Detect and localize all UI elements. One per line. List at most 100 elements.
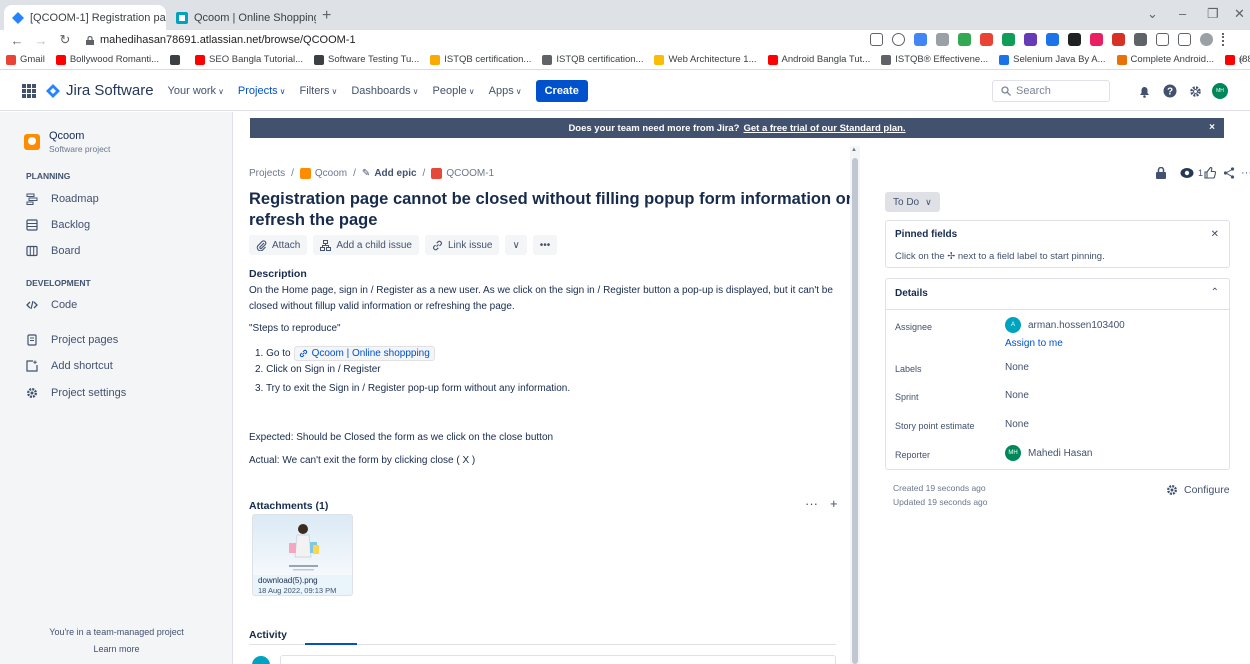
qcoom-smart-link[interactable]: Qcoom | Online shoppping bbox=[293, 346, 435, 361]
extensions-puzzle-icon[interactable] bbox=[1134, 33, 1147, 46]
extension-icon[interactable] bbox=[1024, 33, 1037, 46]
assign-to-me-link[interactable]: Assign to me bbox=[1005, 338, 1063, 349]
close-window-icon[interactable]: ✕ bbox=[1234, 6, 1245, 22]
scroll-up-icon[interactable]: ▲ bbox=[851, 147, 857, 153]
bookmark-item[interactable]: Gmail bbox=[6, 54, 45, 65]
labels-field[interactable]: None bbox=[1005, 362, 1029, 373]
chevron-up-icon[interactable]: ⌃ bbox=[1211, 287, 1219, 298]
story-points-field[interactable]: None bbox=[1005, 419, 1029, 430]
reading-list-icon[interactable] bbox=[1156, 33, 1169, 46]
bookmark-item[interactable]: Selenium Java By A... bbox=[999, 54, 1106, 65]
scrollbar-thumb[interactable] bbox=[852, 158, 858, 664]
app-switcher-icon[interactable] bbox=[22, 83, 36, 98]
link-issue-button[interactable]: Link issue bbox=[424, 235, 500, 255]
back-icon[interactable]: ← bbox=[10, 33, 24, 48]
close-icon[interactable]: ✕ bbox=[1211, 229, 1219, 240]
sidepanel-icon[interactable] bbox=[1178, 33, 1191, 46]
banner-trial-link[interactable]: Get a free trial of our Standard plan. bbox=[744, 123, 906, 134]
browser-tab-jira[interactable]: [QCOOM-1] Registration page ca ✕ bbox=[4, 5, 166, 30]
breadcrumb-projects[interactable]: Projects bbox=[249, 168, 285, 179]
settings-icon[interactable] bbox=[1185, 81, 1205, 101]
star-icon[interactable] bbox=[892, 33, 905, 46]
nav-filters[interactable]: Filters ∨ bbox=[300, 85, 338, 97]
bookmark-item[interactable]: ISTQB certification... bbox=[542, 54, 643, 65]
bookmark-item[interactable]: Complete Android... bbox=[1116, 54, 1214, 65]
add-attachment-icon[interactable]: + bbox=[830, 496, 838, 511]
more-actions-button[interactable]: ••• bbox=[532, 235, 558, 255]
attachment-card[interactable]: download(5).png 18 Aug 2022, 09:13 PM bbox=[252, 514, 353, 596]
learn-more-link[interactable]: Learn more bbox=[0, 644, 233, 654]
share-icon[interactable] bbox=[870, 33, 883, 46]
nav-dashboards[interactable]: Dashboards ∨ bbox=[351, 85, 418, 97]
new-tab-button[interactable]: + bbox=[322, 7, 331, 25]
status-dropdown[interactable]: To Do ∨ bbox=[885, 192, 940, 212]
add-epic-button[interactable]: Add epic bbox=[374, 168, 416, 179]
attach-button[interactable]: Attach bbox=[249, 235, 308, 255]
configure-button[interactable]: Configure bbox=[1166, 484, 1230, 496]
sprint-field[interactable]: None bbox=[1005, 390, 1029, 401]
sidebar-item-board[interactable]: Board bbox=[26, 245, 80, 257]
extension-icon[interactable] bbox=[1112, 33, 1125, 46]
bookmark-item[interactable]: ISTQB certification... bbox=[430, 54, 531, 65]
profile-icon[interactable] bbox=[1200, 33, 1213, 46]
search-input[interactable]: Search bbox=[992, 80, 1110, 102]
url-field[interactable]: mahedihasan78691.atlassian.net/browse/QC… bbox=[86, 34, 356, 46]
project-header[interactable]: Qcoom Software project bbox=[24, 130, 110, 154]
more-options-button[interactable]: ··· bbox=[1241, 167, 1250, 179]
extension-icon[interactable] bbox=[936, 33, 949, 46]
sidebar-item-add-shortcut[interactable]: Add shortcut bbox=[26, 360, 113, 372]
extension-icon[interactable] bbox=[1090, 33, 1103, 46]
bookmark-item[interactable]: Web Architecture 1... bbox=[654, 54, 757, 65]
comment-input[interactable] bbox=[280, 655, 836, 664]
minimize-icon[interactable]: – bbox=[1179, 6, 1186, 21]
bookmark-item[interactable]: SEO Bangla Tutorial... bbox=[195, 54, 303, 65]
breadcrumb-issue-key[interactable]: QCOOM-1 bbox=[446, 168, 494, 179]
bookmark-item[interactable]: Software Testing Tu... bbox=[314, 54, 419, 65]
help-icon[interactable]: ? bbox=[1160, 81, 1180, 101]
nav-people[interactable]: People ∨ bbox=[433, 85, 475, 97]
browser-menu-icon[interactable] bbox=[1222, 33, 1226, 46]
bookmarks-overflow-icon[interactable]: » bbox=[1239, 54, 1244, 65]
sidebar-item-roadmap[interactable]: Roadmap bbox=[26, 193, 99, 205]
extension-icon[interactable] bbox=[1046, 33, 1059, 46]
thumbs-up-icon[interactable] bbox=[1204, 167, 1216, 179]
sidebar-item-code[interactable]: Code bbox=[26, 299, 77, 311]
share-icon[interactable] bbox=[1223, 167, 1235, 179]
issue-title[interactable]: Registration page cannot be closed witho… bbox=[249, 189, 859, 231]
extension-icon[interactable] bbox=[1002, 33, 1015, 46]
create-button[interactable]: Create bbox=[535, 79, 588, 102]
profile-avatar[interactable]: MH bbox=[1210, 81, 1230, 101]
sidebar-item-project-pages[interactable]: Project pages bbox=[26, 334, 118, 346]
nav-apps[interactable]: Apps ∨ bbox=[489, 85, 522, 97]
extension-icon[interactable] bbox=[1068, 33, 1081, 46]
assignee-field[interactable]: A arman.hossen103400 bbox=[1005, 317, 1125, 333]
jira-logo[interactable]: Jira Software bbox=[46, 82, 154, 99]
bookmark-item[interactable] bbox=[170, 54, 184, 65]
add-child-issue-button[interactable]: Add a child issue bbox=[313, 235, 419, 255]
bookmark-item[interactable]: (88) Python Project... bbox=[1224, 54, 1250, 65]
extension-icon[interactable] bbox=[958, 33, 971, 46]
sidebar-item-project-settings[interactable]: Project settings bbox=[26, 387, 126, 399]
bookmark-item[interactable]: Android Bangla Tut... bbox=[767, 54, 870, 65]
details-heading[interactable]: Details bbox=[895, 288, 928, 299]
sidebar-item-backlog[interactable]: Backlog bbox=[26, 219, 90, 231]
notifications-icon[interactable] bbox=[1134, 81, 1154, 101]
chevron-down-icon[interactable]: ∨ bbox=[505, 235, 527, 255]
tab-search-icon[interactable]: ⌄ bbox=[1147, 6, 1158, 22]
nav-projects[interactable]: Projects ∨ bbox=[238, 85, 286, 97]
lock-icon[interactable] bbox=[1156, 167, 1166, 179]
extension-icon[interactable] bbox=[980, 33, 993, 46]
browser-tab-qcoom[interactable]: Qcoom | Online Shopping - Qco ✕ bbox=[168, 5, 316, 30]
description-text[interactable]: On the Home page, sign in / Register as … bbox=[249, 283, 849, 315]
close-icon[interactable]: × bbox=[1209, 122, 1215, 133]
bookmark-item[interactable]: Bollywood Romanti... bbox=[55, 54, 159, 65]
more-icon[interactable]: ··· bbox=[805, 496, 818, 511]
breadcrumb-project[interactable]: Qcoom bbox=[315, 168, 347, 179]
bookmark-item[interactable]: ISTQB® Effectivene... bbox=[881, 54, 988, 65]
forward-icon[interactable]: → bbox=[34, 33, 48, 48]
watch-button[interactable]: 1 bbox=[1180, 167, 1203, 179]
extension-icon[interactable] bbox=[914, 33, 927, 46]
reload-icon[interactable]: ↻ bbox=[58, 32, 72, 48]
restore-icon[interactable]: ❐ bbox=[1207, 6, 1219, 22]
reporter-field[interactable]: MH Mahedi Hasan bbox=[1005, 445, 1092, 461]
